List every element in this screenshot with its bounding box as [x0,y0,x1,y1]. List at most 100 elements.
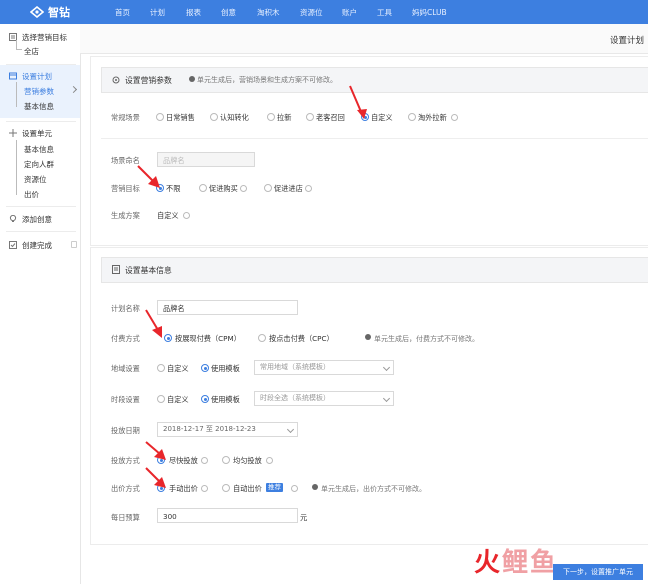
option-external-new[interactable]: 淘外拉新 [418,113,447,123]
nav-item-home[interactable]: 首页 [115,7,130,18]
date-separator: 至 [205,425,213,433]
gen-value: 自定义 [157,211,179,220]
nav-item-account[interactable]: 账户 [342,7,357,18]
help-icon[interactable] [183,212,190,219]
deliver-label: 投放方式 [111,456,140,465]
help-icon[interactable] [451,114,458,121]
red-arrow-annotation [145,309,162,338]
option-pay-cpm[interactable]: 按展现付费（CPM） [175,334,241,344]
info-icon [365,334,371,340]
option-time-template[interactable]: 使用模板 [211,395,240,405]
next-step-button[interactable]: 下一步，设置推广单元 [553,564,643,580]
radio-recall[interactable] [306,113,314,121]
page-title: 设置计划 [609,36,644,46]
date-range-picker[interactable]: 2018-12-17 至 2018-12-23 [157,422,298,437]
brand-name: 智钻 [48,6,70,19]
radio-bid-auto[interactable] [222,484,230,492]
help-icon[interactable] [201,485,208,492]
option-bid-auto[interactable]: 自动出价 [233,484,262,494]
option-deliver-fast[interactable]: 尽快投放 [169,456,198,466]
section-title: 设置营销参数 [125,76,172,85]
unit-icon [9,129,17,137]
option-time-custom[interactable]: 自定义 [167,395,189,405]
watermark-text-right: 鲤鱼 [502,548,559,578]
help-icon[interactable] [266,457,273,464]
radio-daily-sales[interactable] [156,113,164,121]
watermark-text-left: 火 [474,548,503,578]
region-template-select[interactable]: 常用地域（系统模板） [254,360,394,375]
option-goal-purchase[interactable]: 促进购买 [209,184,238,194]
red-arrow-annotation [145,441,166,460]
radio-external-new[interactable] [408,113,416,121]
radio-goal-purchase[interactable] [199,184,207,192]
nav-item-taojimu[interactable]: 淘积木 [257,7,280,18]
sidebar-divider [6,206,76,207]
date-label: 投放日期 [111,426,140,435]
tree-line [16,82,17,107]
sidebar-substep-label: 基本信息 [24,102,54,111]
section-header-basic: 设置基本信息 [101,257,648,283]
option-bid-manual[interactable]: 手动出价 [169,484,198,494]
plan-name-input[interactable]: 品牌名 [157,300,298,315]
time-label: 时段设置 [111,395,140,404]
red-arrow-annotation [349,85,367,119]
budget-unit: 元 [300,513,308,522]
radio-region-custom[interactable] [157,364,165,372]
budget-input[interactable]: 300 [157,508,298,523]
info-icon [312,484,318,490]
tree-connector [16,40,22,50]
sidebar-step-unit-label: 设置单元 [22,129,52,138]
budget-label: 每日预算 [111,513,140,522]
time-template-select[interactable]: 时段全选（系统模板） [254,391,394,406]
chevron-down-icon [382,394,391,403]
nav-item-resource[interactable]: 资源位 [300,7,323,18]
option-new-customer[interactable]: 拉新 [277,113,291,123]
scene-label: 常规场景 [111,113,140,122]
scene-name-input[interactable]: 品牌名 [157,152,255,167]
nav-item-mama-club[interactable]: 妈妈CLUB [412,7,447,18]
nav-item-creative[interactable]: 创意 [221,7,236,18]
tree-line [16,140,17,195]
help-icon[interactable] [240,185,247,192]
sidebar-substep-label: 资源位 [24,175,47,184]
radio-deliver-even[interactable] [222,456,230,464]
option-pay-cpc[interactable]: 按点击付费（CPC） [269,334,334,344]
help-icon[interactable] [305,185,312,192]
nav-item-report[interactable]: 报表 [186,7,201,18]
brand-logo[interactable]: 智钻 [30,4,70,20]
sidebar-divider [6,64,76,65]
radio-new-customer[interactable] [267,113,275,121]
document-icon [112,265,120,274]
plan-icon [9,72,17,80]
radio-awareness[interactable] [210,113,218,121]
option-goal-visit[interactable]: 促进进店 [274,184,303,194]
help-icon[interactable] [201,457,208,464]
option-awareness[interactable]: 认知转化 [220,113,249,123]
bid-label: 出价方式 [111,484,140,493]
nav-item-plan[interactable]: 计划 [150,7,165,18]
radio-pay-cpc[interactable] [258,334,266,342]
section-title: 设置基本信息 [125,266,172,275]
info-icon [189,76,195,82]
option-daily-sales[interactable]: 日常销售 [166,113,195,123]
logo-icon [30,6,44,18]
complete-icon [9,241,17,249]
option-region-custom[interactable]: 自定义 [167,364,189,374]
settings-icon [112,76,120,84]
recommend-badge: 推荐 [266,483,283,492]
option-deliver-even[interactable]: 均匀投放 [233,456,262,466]
help-icon[interactable] [291,485,298,492]
lock-icon [71,241,77,248]
option-goal-any[interactable]: 不限 [166,184,180,194]
nav-item-tools[interactable]: 工具 [377,7,392,18]
sidebar-step-target-label: 选择营销目标 [22,33,67,42]
sidebar-substep-label: 定向人群 [24,160,54,169]
radio-region-template[interactable] [201,364,209,372]
sidebar-substep-label: 基本信息 [24,145,54,154]
radio-time-template[interactable] [201,395,209,403]
date-end: 2018-12-23 [215,425,256,433]
radio-time-custom[interactable] [157,395,165,403]
option-region-template[interactable]: 使用模板 [211,364,240,374]
gen-label: 生成方案 [111,211,140,220]
radio-goal-visit[interactable] [264,184,272,192]
